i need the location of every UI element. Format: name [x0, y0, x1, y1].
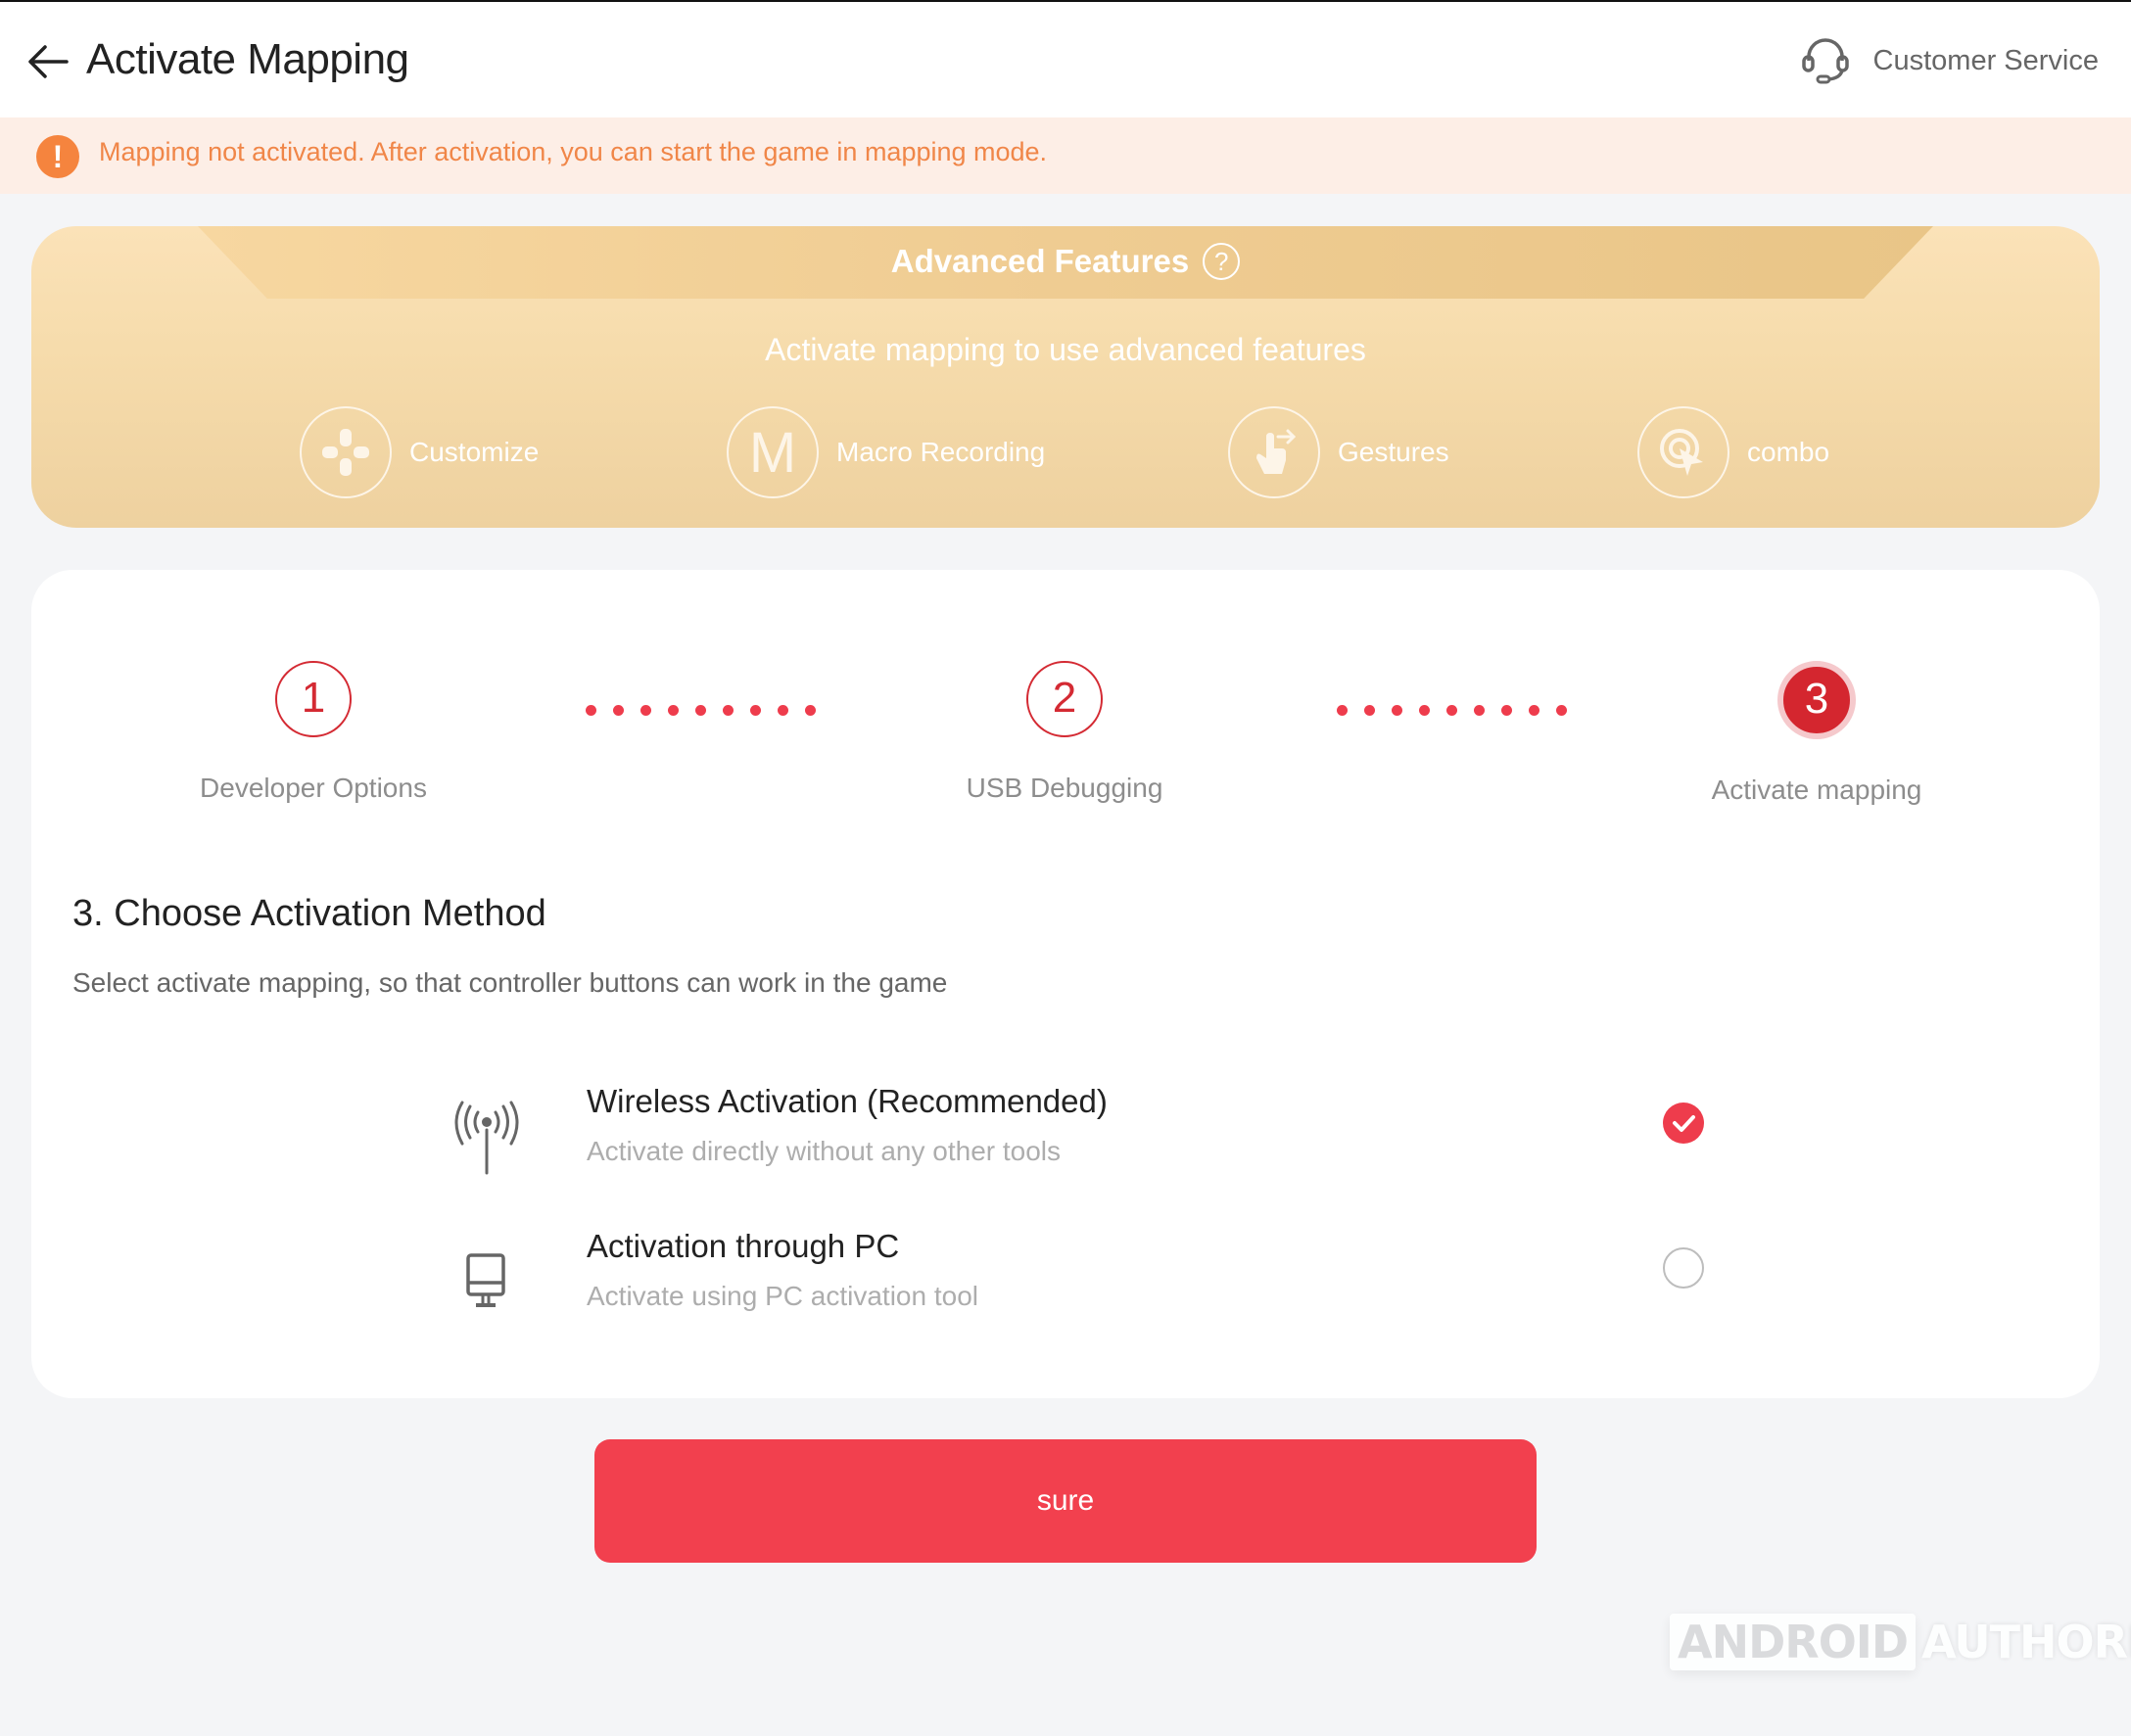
connector-dot: [1529, 705, 1539, 716]
connector-dot: [668, 705, 679, 716]
step-developer-options: 1 Developer Options: [166, 661, 460, 804]
wireless-antenna-icon: [454, 1101, 519, 1175]
option-title: Wireless Activation (Recommended): [587, 1083, 1108, 1119]
advanced-features-subtitle: Activate mapping to use advanced feature…: [765, 332, 1366, 367]
exclamation-icon: !: [36, 135, 79, 178]
watermark: ANDROID AUTHORITY: [1670, 1614, 2131, 1670]
macro-m-icon: M: [727, 406, 819, 498]
section-description: Select activate mapping, so that control…: [72, 967, 948, 998]
swipe-hand-icon: [1228, 406, 1320, 498]
step-number-active: 3: [1777, 661, 1856, 739]
feature-combo[interactable]: combo: [1637, 405, 1829, 499]
connector-dot: [586, 705, 596, 716]
connector-dot: [805, 705, 816, 716]
feature-label: Gestures: [1338, 437, 1449, 467]
feature-label: combo: [1747, 437, 1830, 467]
feature-label: Customize: [409, 437, 540, 467]
customer-service-label: Customer Service: [1872, 44, 2099, 76]
watermark-part2: AUTHORITY: [1921, 1616, 2131, 1668]
option-wireless-activation[interactable]: Wireless Activation (Recommended) Activa…: [443, 1083, 1735, 1191]
desktop-monitor-icon: [466, 1253, 505, 1307]
connector-dot: [1556, 705, 1567, 716]
advanced-features-title-text: Advanced Features: [890, 243, 1190, 279]
step-label: Activate mapping: [1711, 774, 1922, 805]
back-button[interactable]: [24, 37, 72, 86]
radio-unselected[interactable]: [1663, 1247, 1704, 1289]
connector-dot: [1474, 705, 1485, 716]
customer-service-button[interactable]: Customer Service: [1801, 31, 2099, 90]
connector-dot: [1364, 705, 1375, 716]
checkmark-icon: [1673, 1115, 1695, 1132]
option-subtitle: Activate directly without any other tool…: [587, 1136, 1062, 1166]
connector-dot: [778, 705, 788, 716]
help-icon[interactable]: ?: [1203, 243, 1241, 280]
option-subtitle: Activate using PC activation tool: [587, 1281, 978, 1311]
section-title: 3. Choose Activation Method: [72, 893, 546, 934]
advanced-features-card: Advanced Features ? Activate mapping to …: [31, 226, 2100, 528]
connector-dot: [1419, 705, 1430, 716]
connector-dot: [723, 705, 734, 716]
connector-dot: [1501, 705, 1512, 716]
feature-customize[interactable]: Customize: [300, 405, 539, 499]
step-usb-debugging: 2 USB Debugging: [918, 661, 1211, 804]
dpad-icon: [300, 406, 392, 498]
warning-text: Mapping not activated. After activation,…: [99, 137, 1048, 166]
connector-dot: [750, 705, 761, 716]
radio-selected[interactable]: [1663, 1103, 1704, 1144]
page-title: Activate Mapping: [86, 35, 409, 83]
step-activate-mapping: 3 Activate mapping: [1670, 661, 1964, 806]
warning-banner: ! Mapping not activated. After activatio…: [0, 117, 2131, 194]
target-cursor-icon: [1637, 406, 1729, 498]
step-label: USB Debugging: [966, 773, 1163, 803]
connector-dot: [695, 705, 706, 716]
advanced-features-title: Advanced Features ?: [31, 243, 2100, 280]
connector-dot: [1446, 705, 1457, 716]
feature-macro-recording[interactable]: M Macro Recording: [727, 405, 1045, 499]
connector-dot: [1392, 705, 1402, 716]
option-title: Activation through PC: [587, 1228, 900, 1264]
connector-dot: [613, 705, 624, 716]
connector-dot: [1337, 705, 1348, 716]
app-header: Activate Mapping Customer Service: [0, 2, 2131, 117]
step-connector: [586, 705, 816, 716]
step-number: 2: [1026, 661, 1103, 737]
step-label: Developer Options: [200, 773, 427, 803]
option-pc-activation[interactable]: Activation through PC Activate using PC …: [443, 1228, 1735, 1336]
feature-label: Macro Recording: [836, 437, 1046, 467]
activation-card: 1 Developer Options 2 USB Debugging 3 Ac…: [31, 570, 2100, 1398]
headset-icon: [1801, 38, 1849, 84]
sure-button[interactable]: sure: [594, 1439, 1537, 1563]
arrow-left-icon: [28, 45, 69, 78]
feature-gestures[interactable]: Gestures: [1228, 405, 1449, 499]
step-connector: [1337, 705, 1567, 716]
watermark-part1: ANDROID: [1670, 1614, 1917, 1670]
connector-dot: [640, 705, 651, 716]
step-number: 1: [275, 661, 352, 737]
